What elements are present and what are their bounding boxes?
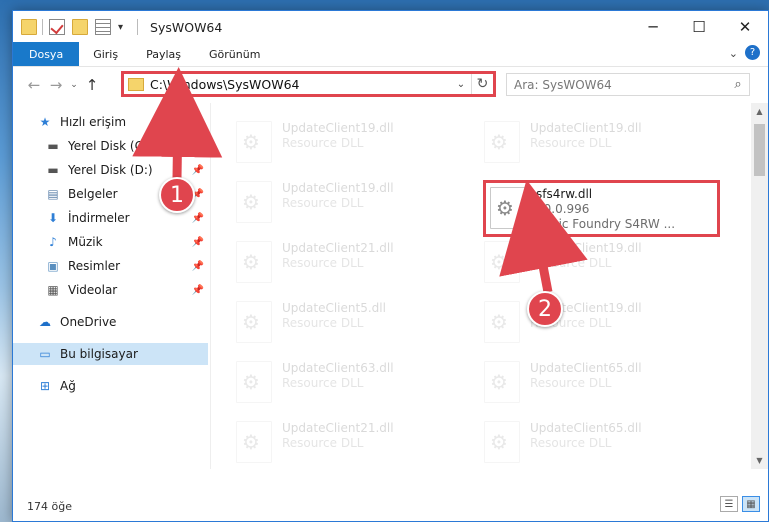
arrow-1 (132, 67, 223, 179)
arrow-2 (499, 179, 588, 293)
annotation-arrows (132, 67, 588, 293)
callout-1: 1 (159, 177, 195, 213)
callout-2: 2 (527, 291, 563, 327)
